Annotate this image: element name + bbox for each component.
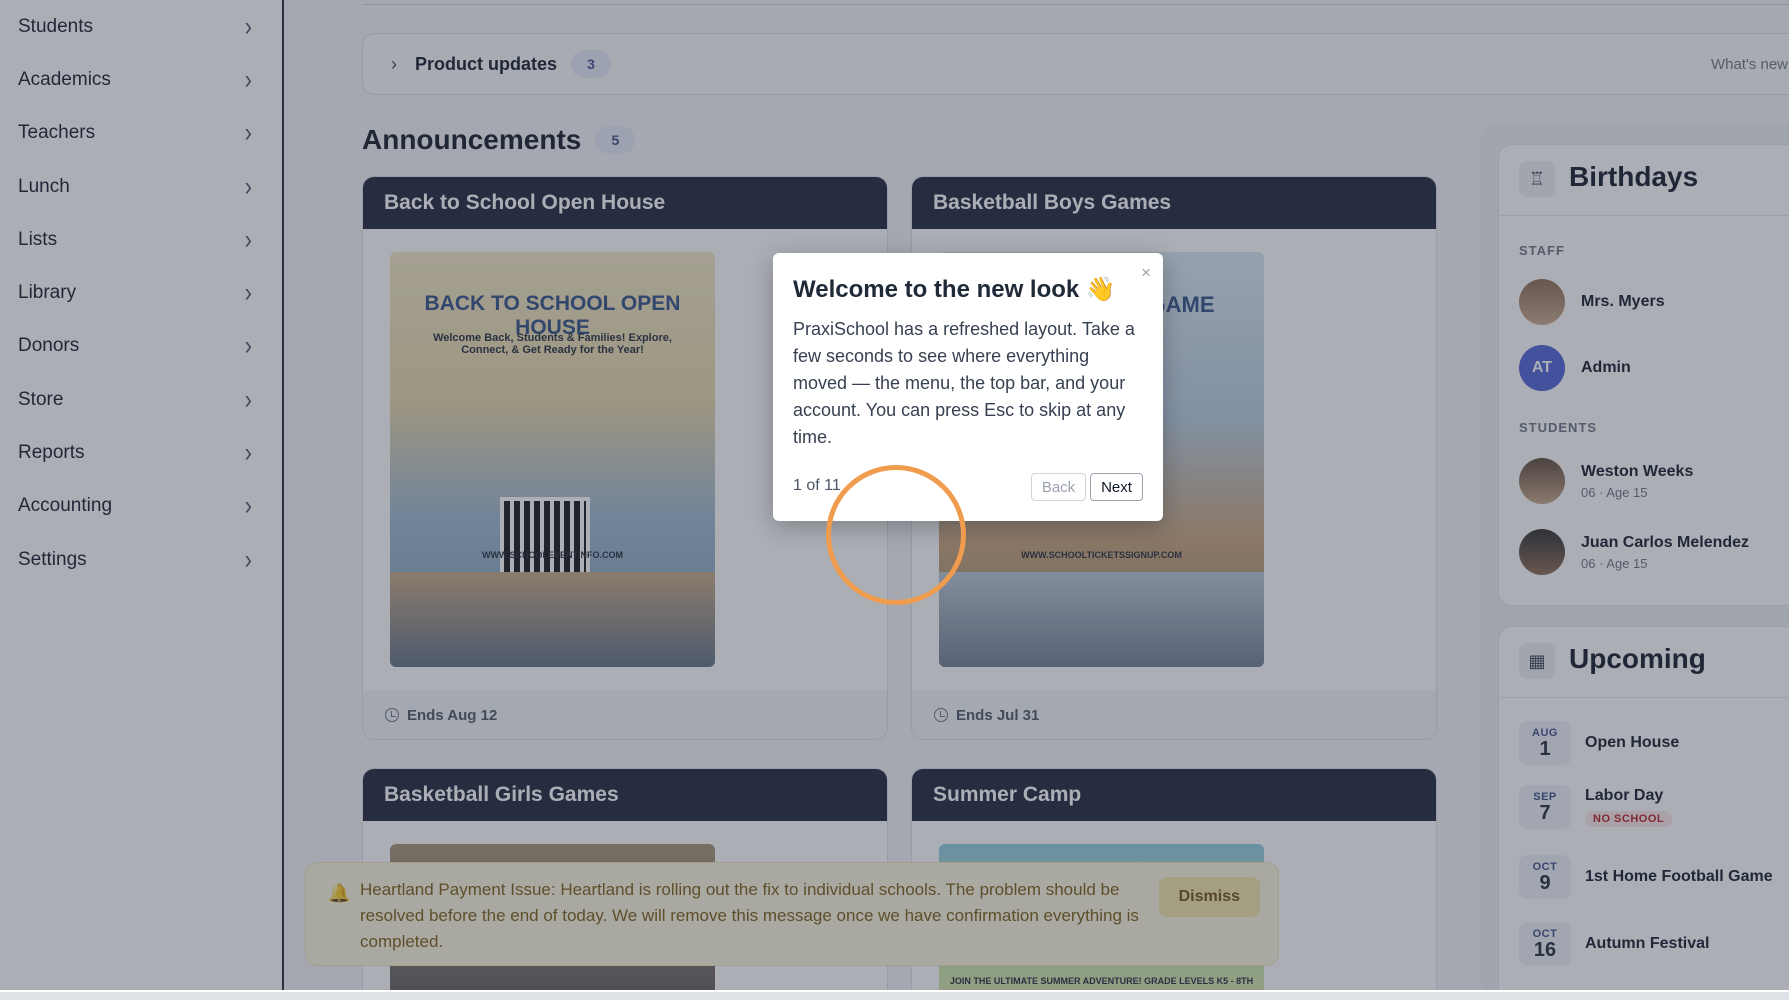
cursor-highlight-ring — [826, 465, 966, 605]
tour-progress: 1 of 11 — [793, 477, 841, 494]
tour-next-button[interactable]: Next — [1090, 473, 1143, 501]
close-icon[interactable]: × — [1141, 263, 1151, 283]
horizontal-scrollbar[interactable] — [0, 990, 1789, 1000]
tour-body: PraxiSchool has a refreshed layout. Take… — [793, 319, 1135, 447]
tour-popover: × Welcome to the new look 👋 PraxiSchool … — [773, 253, 1163, 521]
tour-title: Welcome to the new look 👋 — [793, 276, 1116, 303]
tour-back-button[interactable]: Back — [1031, 473, 1086, 501]
